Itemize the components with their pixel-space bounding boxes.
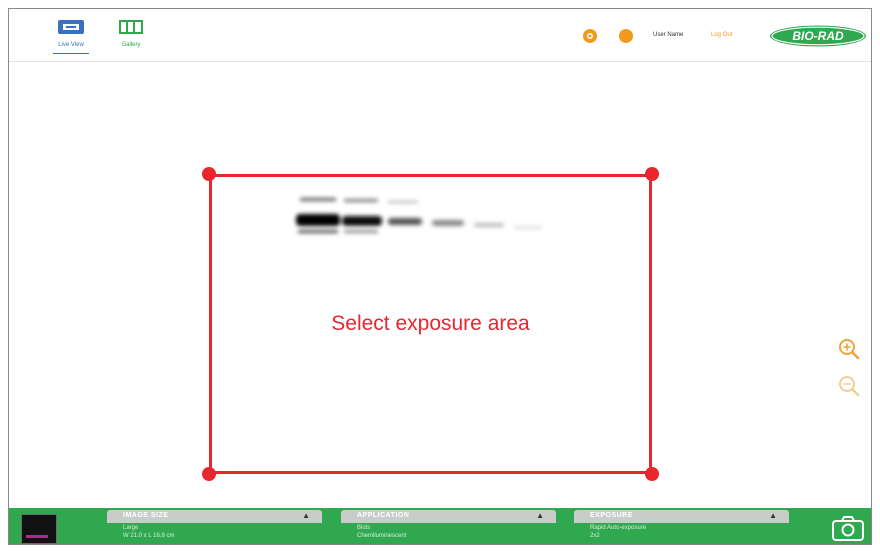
gallery-icon: [119, 20, 143, 34]
exposure-binning: 2x2: [590, 533, 600, 539]
zoom-in-icon[interactable]: [837, 337, 861, 361]
bio-rad-logo: BIO-RAD: [770, 25, 866, 47]
live-view-button[interactable]: Live View: [49, 19, 93, 54]
selection-handle-bottom-left[interactable]: [202, 467, 216, 481]
live-view-icon: [58, 20, 84, 34]
exposure-panel[interactable]: EXPOSURE ▲ Rapid Auto-exposure 2x2: [574, 508, 789, 544]
exposure-body: Rapid Auto-exposure 2x2: [574, 523, 789, 544]
application-header[interactable]: APPLICATION ▲: [341, 510, 556, 523]
image-size-title: IMAGE SIZE: [123, 512, 169, 519]
exposure-header[interactable]: EXPOSURE ▲: [574, 510, 789, 523]
selection-handle-top-right[interactable]: [645, 167, 659, 181]
application-panel[interactable]: APPLICATION ▲ Blots Chemiluminescent: [341, 508, 556, 544]
image-size-dimensions: W 21.0 x L 16.8 cm: [123, 533, 175, 539]
chevron-up-icon[interactable]: ▲: [769, 511, 777, 520]
app-window: Live View Gallery User Name Log Out BIO-…: [8, 8, 872, 545]
image-size-value: Large: [123, 525, 139, 531]
live-view-label: Live View: [58, 42, 84, 48]
image-canvas[interactable]: Select exposure area: [9, 62, 871, 508]
last-image-thumbnail[interactable]: [21, 514, 57, 544]
image-size-header[interactable]: IMAGE SIZE ▲: [107, 510, 322, 523]
svg-text:BIO-RAD: BIO-RAD: [792, 29, 844, 43]
gallery-button[interactable]: Gallery: [109, 19, 153, 48]
help-icon[interactable]: [619, 29, 633, 43]
user-name: User Name: [653, 32, 684, 38]
gallery-label: Gallery: [121, 42, 141, 48]
top-bar: Live View Gallery User Name Log Out BIO-…: [9, 9, 871, 62]
gear-icon[interactable]: [583, 29, 597, 43]
application-title: APPLICATION: [357, 512, 410, 519]
application-body: Blots Chemiluminescent: [341, 523, 556, 544]
exposure-title: EXPOSURE: [590, 512, 633, 519]
log-out-link[interactable]: Log Out: [711, 32, 732, 38]
chevron-up-icon[interactable]: ▲: [536, 511, 544, 520]
exposure-value: Rapid Auto-exposure: [590, 525, 647, 531]
zoom-out-icon[interactable]: [837, 374, 861, 398]
application-value: Blots: [357, 525, 371, 531]
selection-handle-top-left[interactable]: [202, 167, 216, 181]
camera-icon[interactable]: [831, 514, 865, 542]
application-subvalue: Chemiluminescent: [357, 533, 407, 539]
selection-handle-bottom-right[interactable]: [645, 467, 659, 481]
image-size-body: Large W 21.0 x L 16.8 cm: [107, 523, 322, 544]
image-size-panel[interactable]: IMAGE SIZE ▲ Large W 21.0 x L 16.8 cm: [107, 508, 322, 544]
selection-prompt: Select exposure area: [331, 312, 530, 335]
chevron-up-icon[interactable]: ▲: [302, 511, 310, 520]
bottom-bar: IMAGE SIZE ▲ Large W 21.0 x L 16.8 cm AP…: [9, 508, 871, 544]
